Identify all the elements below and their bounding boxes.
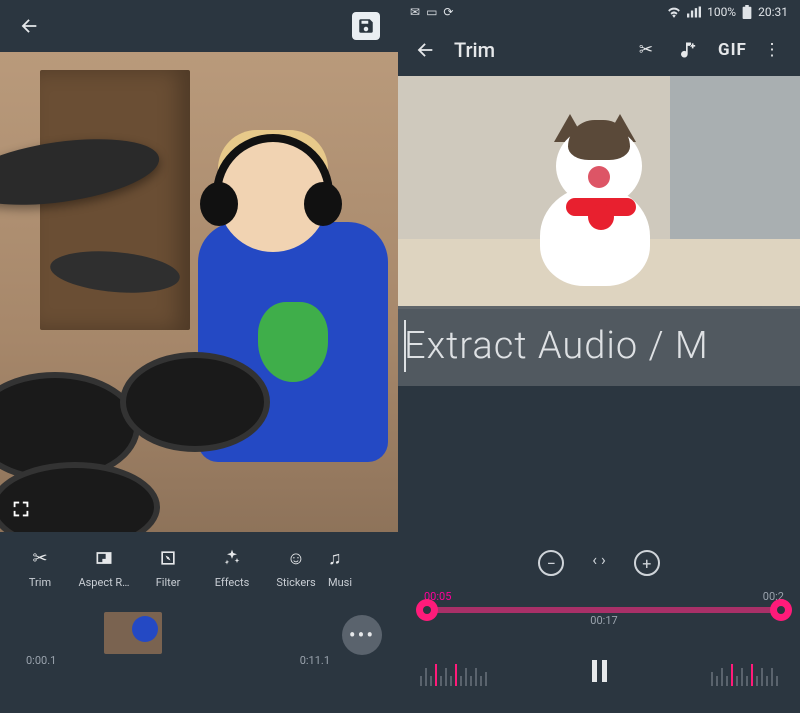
plus-icon: +	[642, 554, 651, 573]
fit-button[interactable]: ‹ ›	[592, 550, 606, 576]
save-button[interactable]	[352, 12, 380, 40]
playhead-time: 00:17	[590, 614, 617, 627]
tool-bar: ✂ Trim Aspect R… Filter Effects ☺ Sticke…	[0, 532, 398, 593]
filter-icon	[136, 546, 200, 570]
expand-icon	[10, 498, 32, 520]
tool-label: Stickers	[264, 576, 328, 589]
trim-slider[interactable]: 00:05 00:2 00:17	[422, 590, 786, 613]
video-preview[interactable]	[0, 52, 398, 532]
ruler-left[interactable]	[420, 658, 487, 686]
signal-icon	[687, 6, 701, 18]
zoom-out-button[interactable]: −	[538, 550, 564, 576]
editor-top-bar	[0, 0, 398, 52]
scissors-icon: ✂	[8, 546, 72, 570]
wifi-icon	[667, 6, 681, 18]
preview-drum-pad	[120, 352, 270, 452]
tool-stickers[interactable]: ☺ Stickers	[264, 546, 328, 589]
playback-controls	[398, 658, 800, 686]
scissors-icon: ✂	[639, 40, 653, 60]
minus-icon: −	[547, 554, 556, 573]
tool-aspect-ratio[interactable]: Aspect R…	[72, 546, 136, 589]
youtube-icon: ▭	[426, 5, 437, 19]
sync-icon: ⟳	[443, 5, 453, 19]
fullscreen-button[interactable]	[10, 498, 34, 522]
kebab-icon: ⋮	[764, 40, 781, 60]
cut-button[interactable]: ✂	[634, 40, 658, 60]
pause-icon	[592, 660, 597, 682]
gif-button[interactable]: GIF	[718, 40, 742, 60]
slider-track[interactable]	[422, 607, 786, 613]
smiley-icon: ☺	[264, 546, 328, 570]
page-title: Trim	[454, 38, 616, 62]
tool-trim[interactable]: ✂ Trim	[8, 546, 72, 589]
battery-percent: 100%	[707, 5, 736, 19]
tool-label: Effects	[200, 576, 264, 589]
battery-icon	[742, 5, 752, 19]
back-button[interactable]	[414, 39, 436, 61]
mail-icon: ✉	[410, 5, 420, 19]
trim-screen: ✉ ▭ ⟳ 100% 20:31 Tri	[398, 0, 800, 713]
tool-label: Filter	[136, 576, 200, 589]
pause-button[interactable]	[587, 660, 611, 684]
tool-filter[interactable]: Filter	[136, 546, 200, 589]
back-button[interactable]	[18, 15, 40, 37]
more-button[interactable]: •••	[342, 615, 382, 655]
status-bar: ✉ ▭ ⟳ 100% 20:31	[398, 0, 800, 24]
trim-handle-start[interactable]	[416, 599, 438, 621]
add-music-button[interactable]	[676, 40, 700, 60]
aspect-ratio-icon	[72, 546, 136, 570]
tool-label: Aspect R…	[72, 576, 136, 589]
ellipsis-icon: •••	[349, 623, 375, 647]
tool-music[interactable]: ♫ Musi	[328, 546, 358, 589]
music-note-icon: ♫	[328, 546, 358, 570]
tool-label: Trim	[8, 576, 72, 589]
timeline-end-time: 0:11.1	[300, 654, 330, 667]
timeline-strip[interactable]: 0:00.1 0:11.1 •••	[0, 593, 398, 673]
editor-screen: ✂ Trim Aspect R… Filter Effects ☺ Sticke…	[0, 0, 398, 713]
trim-handle-end[interactable]	[770, 599, 792, 621]
tool-effects[interactable]: Effects	[200, 546, 264, 589]
overlay-caption: Extract Audio / M	[398, 306, 800, 386]
arrow-left-icon	[18, 15, 40, 37]
clip-thumbnail[interactable]	[104, 612, 162, 654]
timeline-start-time: 0:00.1	[26, 654, 56, 667]
code-icon: ‹ ›	[592, 550, 606, 569]
save-icon	[357, 17, 375, 35]
clock-time: 20:31	[758, 5, 788, 19]
arrow-left-icon	[414, 39, 436, 61]
sparkle-icon	[200, 546, 264, 570]
trim-preview[interactable]	[398, 76, 800, 309]
preview-cat	[518, 116, 668, 286]
trim-top-bar: Trim ✂ GIF ⋮	[398, 24, 800, 76]
overflow-menu-button[interactable]: ⋮	[760, 40, 784, 60]
music-plus-icon	[676, 40, 700, 60]
tool-label: Musi	[328, 576, 358, 589]
zoom-in-button[interactable]: +	[634, 550, 660, 576]
ruler-right[interactable]	[711, 658, 778, 686]
zoom-controls: − ‹ › +	[398, 550, 800, 576]
